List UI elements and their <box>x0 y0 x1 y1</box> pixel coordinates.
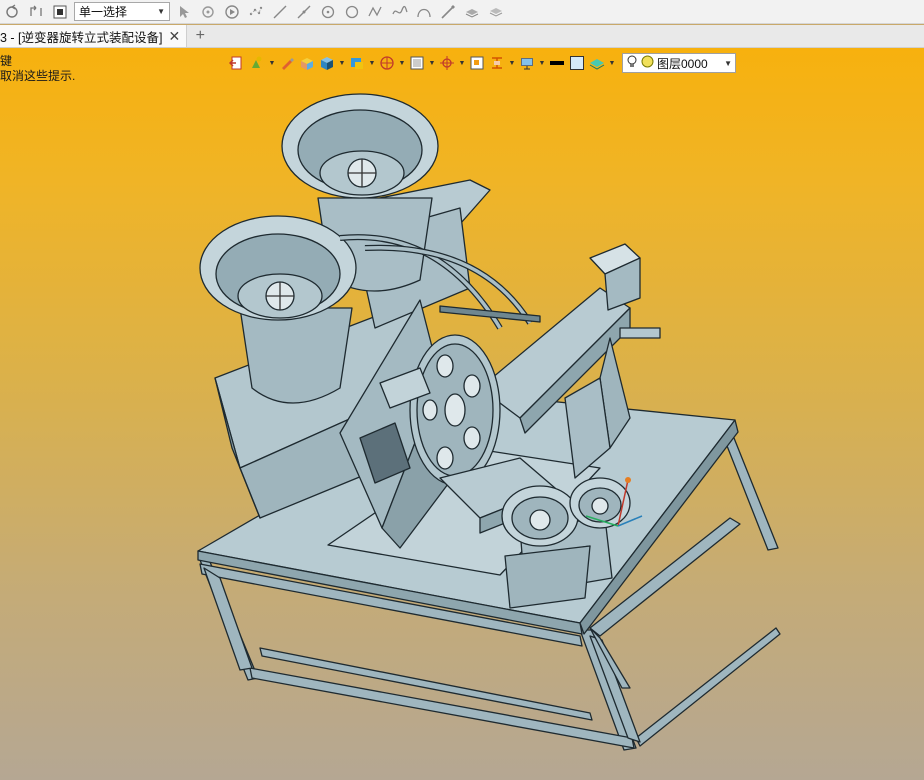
circle-point-icon[interactable] <box>318 2 338 22</box>
polyline-icon[interactable] <box>366 2 386 22</box>
filter-icon[interactable] <box>198 2 218 22</box>
rotate-icon[interactable] <box>2 2 22 22</box>
dash-line-icon[interactable] <box>294 2 314 22</box>
stop-icon[interactable] <box>50 2 70 22</box>
circle-icon[interactable] <box>342 2 362 22</box>
play-icon[interactable] <box>222 2 242 22</box>
selection-mode-select[interactable]: 单一选择 ▼ <box>74 2 170 21</box>
assembly-model[interactable] <box>0 48 924 780</box>
arc-icon[interactable] <box>414 2 434 22</box>
selection-mode-value: 单一选择 <box>79 5 128 19</box>
document-tab-bar: 3 - [逆变器旋转立式装配设备] ✕ + <box>0 25 924 48</box>
tab-title: 3 - [逆变器旋转立式装配设备] <box>0 30 163 45</box>
brush-icon[interactable] <box>438 2 458 22</box>
3d-viewport[interactable]: 键 取消这些提示. ▼ ▼ ▼ ▼ ▼ ▼ ▼ ▼ ▼ 图层0000 ▼ <box>0 48 924 780</box>
tab-document[interactable]: 3 - [逆变器旋转立式装配设备] ✕ <box>0 25 188 47</box>
chevron-down-icon: ▼ <box>157 7 165 16</box>
close-icon[interactable]: ✕ <box>169 28 181 45</box>
rotary-index-disc <box>409 334 501 486</box>
pan-icon[interactable] <box>26 2 46 22</box>
layer-stack-icon[interactable] <box>462 2 482 22</box>
spline-icon[interactable] <box>390 2 410 22</box>
select-arrow-icon[interactable] <box>174 2 194 22</box>
main-toolbar: 单一选择 ▼ <box>0 0 924 24</box>
line-icon[interactable] <box>270 2 290 22</box>
layer-tilt-icon[interactable] <box>486 2 506 22</box>
point-cloud-icon[interactable] <box>246 2 266 22</box>
add-tab-button[interactable]: + <box>187 25 213 47</box>
